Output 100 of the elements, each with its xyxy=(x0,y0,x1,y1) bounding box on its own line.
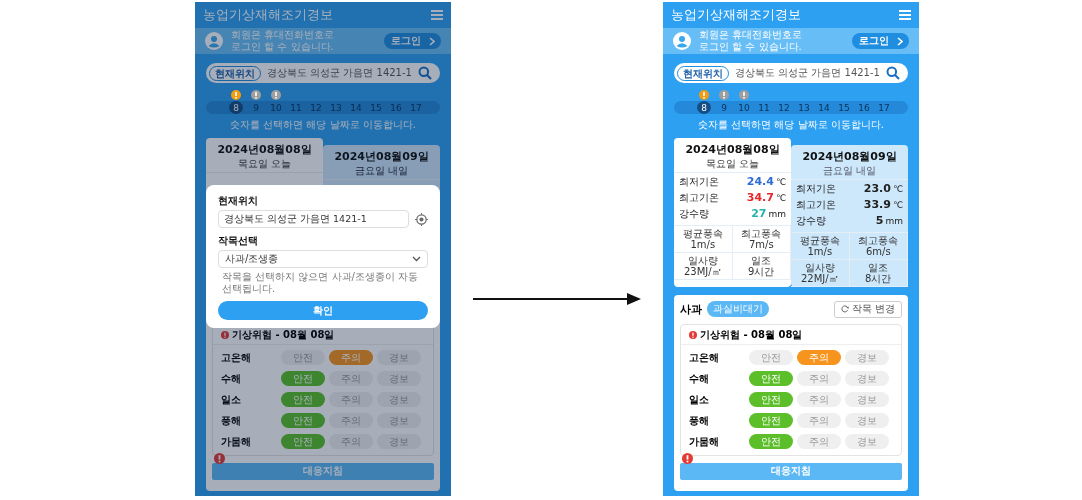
alert-icon xyxy=(214,453,225,464)
hazard-name: 수해 xyxy=(221,371,242,386)
login-message: 로그인 할 수 있습니다. xyxy=(231,41,335,53)
current-location-button[interactable]: 현재위치 xyxy=(209,65,261,81)
risk-level-pill: 주의 xyxy=(797,350,841,365)
chevron-right-icon xyxy=(428,36,435,46)
forecast-day: 금요일 내일 xyxy=(822,164,877,177)
login-button[interactable]: 로그인 xyxy=(384,33,441,49)
day-button[interactable]: 13 xyxy=(794,101,814,114)
stat-label: 일조 xyxy=(751,255,772,266)
login-button[interactable]: 로그인 xyxy=(852,33,909,49)
day-button[interactable]: 15 xyxy=(366,101,386,114)
stat-value: 23MJ/㎡ xyxy=(683,266,722,277)
risk-level-pill: 주의 xyxy=(329,350,373,365)
stat-value: 7m/s xyxy=(748,239,774,250)
day-button[interactable]: 13 xyxy=(326,101,346,114)
unit-text: ℃ xyxy=(775,177,786,187)
risk-title: 기상위험 - 08월 08일 xyxy=(232,327,335,342)
crop-select[interactable]: 사과/조생종 xyxy=(218,250,428,268)
day-button[interactable]: 8 xyxy=(697,101,711,114)
unit-text: ℃ xyxy=(892,200,903,210)
risk-level-pill: 안전 xyxy=(749,392,793,407)
reading-value: 33.9 xyxy=(863,198,891,211)
stat-value: 6m/s xyxy=(865,246,891,257)
reading-label: 최고기온 xyxy=(796,198,836,212)
guide-button[interactable]: 대응지침 xyxy=(212,462,434,480)
dialog-label: 작목선택 xyxy=(218,234,259,247)
stat-value: 22MJ/㎡ xyxy=(800,273,839,284)
day-button[interactable]: 14 xyxy=(814,101,834,114)
guide-button[interactable]: 대응지침 xyxy=(680,462,902,480)
search-icon[interactable] xyxy=(418,66,432,80)
refresh-icon xyxy=(840,305,849,313)
confirm-button[interactable]: 확인 xyxy=(218,301,428,320)
stat-value: 1m/s xyxy=(690,239,716,250)
day-button[interactable]: 10 xyxy=(734,101,754,114)
stat-label: 일조 xyxy=(868,262,889,273)
reading-label: 강수량 xyxy=(679,207,709,221)
risk-level-pill: 주의 xyxy=(797,392,841,407)
stat-label: 평균풍속 xyxy=(799,235,840,246)
reading-label: 최저기온 xyxy=(796,182,836,196)
reading-value: 5 xyxy=(875,214,884,227)
day-button[interactable]: 12 xyxy=(774,101,794,114)
reading-value: 24.4 xyxy=(746,175,774,188)
reading-label: 강수량 xyxy=(796,214,826,228)
risk-level-pill: 경보 xyxy=(845,392,889,407)
forecast-date: 2024년08월08일 xyxy=(217,142,312,157)
address-text: 경상북도 의성군 가음면 1421-1 xyxy=(735,66,880,80)
risk-level-pill: 안전 xyxy=(281,371,325,386)
stat-value: 1m/s xyxy=(807,246,833,257)
dialog-note: 작목을 선택하지 않으면 사과/조생종이 자동 선택됩니다. xyxy=(221,271,420,295)
address-text: 경상북도 의성군 가음면 1421-1 xyxy=(267,66,412,80)
day-button[interactable]: 9 xyxy=(714,101,734,114)
change-crop-button[interactable]: 작목 변경 xyxy=(833,300,902,318)
day-button[interactable]: 17 xyxy=(406,101,426,114)
reading-label: 최고기온 xyxy=(679,191,719,205)
forecast-day: 목요일 오늘 xyxy=(705,157,760,170)
day-button[interactable]: 11 xyxy=(286,101,306,114)
forecast-date: 2024년08월08일 xyxy=(685,142,780,157)
hazard-name: 고온해 xyxy=(221,350,252,365)
risk-level-pill: 경보 xyxy=(845,434,889,449)
user-icon xyxy=(673,32,691,50)
reading-label: 최저기온 xyxy=(679,175,719,189)
risk-level-pill: 안전 xyxy=(749,413,793,428)
forecast-date: 2024년08월09일 xyxy=(802,149,897,164)
location-icon[interactable] xyxy=(415,212,428,226)
forecast-card[interactable]: 2024년08월09일 금요일 내일 최저기온 23.0 ℃ 최고기온 33.9 ℃ 강수량 5 mm 평균풍속 1m/s 최고풍속 6m/s 일사량 22MJ/㎡ 일조 8시간 xyxy=(791,145,908,287)
day-button[interactable]: 10 xyxy=(266,101,286,114)
menu-icon[interactable] xyxy=(899,10,911,20)
alert-icon xyxy=(221,330,229,339)
hazard-name: 수해 xyxy=(689,371,710,386)
risk-level-pill: 안전 xyxy=(281,413,325,428)
risk-level-pill: 안전 xyxy=(281,434,325,449)
stat-label: 최고풍속 xyxy=(858,235,899,246)
day-button[interactable]: 15 xyxy=(834,101,854,114)
day-button[interactable]: 16 xyxy=(854,101,874,114)
forecast-day: 금요일 내일 xyxy=(354,164,409,177)
hint-text: 숫자를 선택하면 해당 날짜로 이동합니다. xyxy=(697,118,885,131)
stat-label: 평균풍속 xyxy=(682,228,723,239)
search-icon[interactable] xyxy=(886,66,900,80)
menu-icon[interactable] xyxy=(431,10,443,20)
day-button[interactable]: 8 xyxy=(229,101,243,114)
forecast-date: 2024년08월09일 xyxy=(334,149,429,164)
day-button[interactable]: 12 xyxy=(306,101,326,114)
hazard-name: 가뭄해 xyxy=(221,434,252,449)
unit-text: mm xyxy=(768,209,786,219)
current-location-button[interactable]: 현재위치 xyxy=(677,65,729,81)
alert-icon xyxy=(682,453,693,464)
hazard-name: 풍해 xyxy=(689,413,710,428)
app-title: 농업기상재해조기경보 xyxy=(671,6,801,24)
location-field[interactable]: 경상북도 의성군 가음면 1421-1 xyxy=(218,210,409,228)
forecast-card[interactable]: 2024년08월08일 목요일 오늘 최저기온 24.4 ℃ 최고기온 34.7 ℃ 강수량 27 mm 평균풍속 1m/s 최고풍속 7m/s 일사량 23MJ/㎡ 일조 9시간 xyxy=(674,138,791,287)
login-message: 로그인 할 수 있습니다. xyxy=(699,41,803,53)
day-button[interactable]: 9 xyxy=(246,101,266,114)
day-button[interactable]: 14 xyxy=(346,101,366,114)
day-button[interactable]: 17 xyxy=(874,101,894,114)
day-button[interactable]: 16 xyxy=(386,101,406,114)
risk-level-pill: 경보 xyxy=(845,413,889,428)
stat-label: 일사량 xyxy=(687,255,718,266)
day-button[interactable]: 11 xyxy=(754,101,774,114)
chevron-right-icon xyxy=(896,36,903,46)
